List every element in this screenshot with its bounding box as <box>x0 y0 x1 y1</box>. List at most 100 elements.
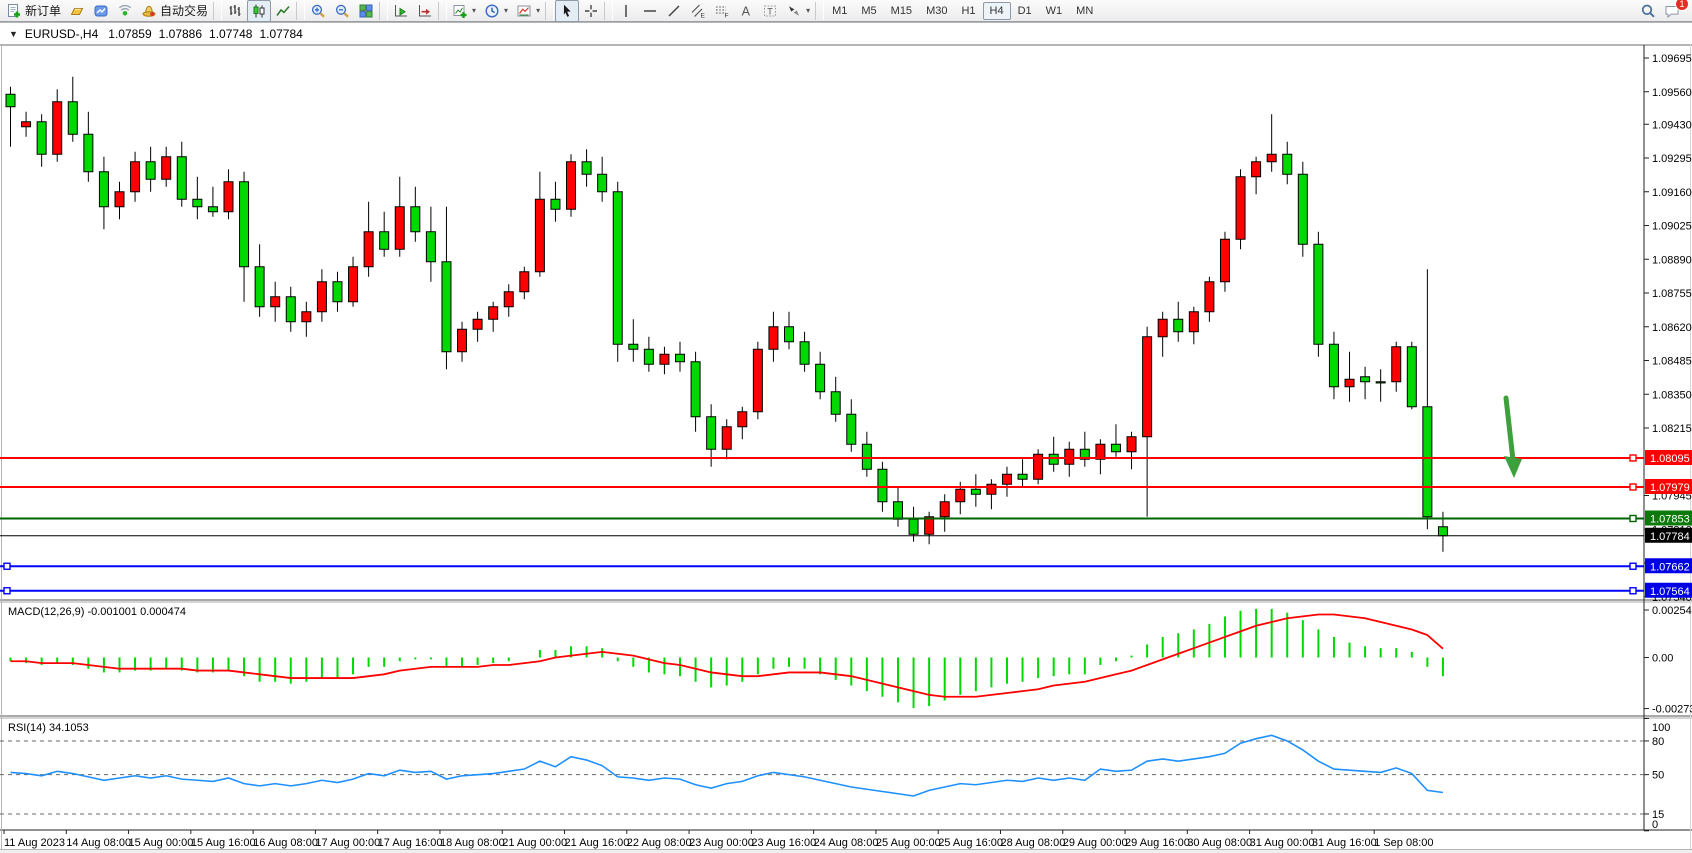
candlestick-series <box>6 77 1447 552</box>
chevron-down-icon[interactable]: ▾ <box>504 6 508 15</box>
one-click-trading-collapse-icon[interactable]: ▼ <box>9 29 18 39</box>
label-icon: T <box>762 3 778 19</box>
svg-text:0: 0 <box>1652 819 1658 831</box>
svg-text:E: E <box>701 12 706 19</box>
support-line-blue-1[interactable] <box>0 563 1644 569</box>
support-line-green[interactable] <box>0 516 1644 522</box>
fibonacci-button[interactable]: F <box>710 0 734 22</box>
bar-chart-button[interactable] <box>223 0 247 22</box>
tile-windows-icon <box>358 3 374 19</box>
svg-text:A: A <box>742 4 751 18</box>
chart-shift-button[interactable] <box>413 0 437 22</box>
trendline-button[interactable] <box>662 0 686 22</box>
gold-bar-icon <box>69 3 85 19</box>
signals-button[interactable] <box>113 0 137 22</box>
svg-text:14 Aug 08:00: 14 Aug 08:00 <box>66 837 131 849</box>
resistance-line-1[interactable] <box>0 455 1644 461</box>
search-button[interactable] <box>1636 0 1660 22</box>
toolbar-separator <box>545 2 554 20</box>
zoom-out-button[interactable] <box>330 0 354 22</box>
timeframe-mn-button[interactable]: MN <box>1069 2 1100 20</box>
fibonacci-icon: F <box>714 3 730 19</box>
timeframe-m5-button[interactable]: M5 <box>854 2 883 20</box>
svg-text:1.08755: 1.08755 <box>1652 288 1692 300</box>
svg-text:1.09160: 1.09160 <box>1652 187 1692 199</box>
svg-text:15 Aug 16:00: 15 Aug 16:00 <box>191 837 256 849</box>
svg-text:23 Aug 16:00: 23 Aug 16:00 <box>751 837 816 849</box>
gold-button[interactable] <box>65 0 89 22</box>
auto-trading-button[interactable]: 自动交易 <box>137 0 212 22</box>
equidistant-channel-button[interactable]: E <box>686 0 710 22</box>
chart-close-value: 1.07784 <box>259 27 302 41</box>
market-data-button[interactable] <box>89 0 113 22</box>
macd-label: MACD(12,26,9) -0.001001 0.000474 <box>8 606 186 618</box>
chevron-down-icon[interactable]: ▾ <box>536 6 540 15</box>
line-chart-icon <box>275 3 291 19</box>
line-handle <box>1630 563 1636 569</box>
bar-chart-icon <box>227 3 243 19</box>
svg-text:1.08485: 1.08485 <box>1652 356 1692 368</box>
new-order-label: 新订单 <box>25 2 61 19</box>
text-label-button[interactable]: T <box>758 0 782 22</box>
zoom-in-button[interactable] <box>306 0 330 22</box>
cursor-button[interactable] <box>555 0 579 22</box>
line-handle <box>1630 588 1636 594</box>
svg-text:1.08890: 1.08890 <box>1652 254 1692 266</box>
signal-icon <box>117 3 133 19</box>
svg-text:T: T <box>767 6 773 16</box>
resistance-line-2[interactable] <box>0 484 1644 490</box>
crosshair-button[interactable] <box>579 0 603 22</box>
svg-text:31 Aug 16:00: 31 Aug 16:00 <box>1312 837 1377 849</box>
vertical-line-icon <box>618 3 634 19</box>
svg-text:25 Aug 16:00: 25 Aug 16:00 <box>938 837 1003 849</box>
timeframe-w1-button[interactable]: W1 <box>1039 2 1070 20</box>
chevron-down-icon[interactable]: ▾ <box>806 6 810 15</box>
line-chart-button[interactable] <box>271 0 295 22</box>
text-icon: A <box>738 3 754 19</box>
periods-button[interactable]: ▾ <box>480 0 512 22</box>
chevron-down-icon[interactable]: ▾ <box>472 6 476 15</box>
timeframe-m15-button[interactable]: M15 <box>884 2 919 20</box>
arrows-button[interactable]: ▾ <box>782 0 814 22</box>
line-handle <box>1630 484 1636 490</box>
svg-text:1.09430: 1.09430 <box>1652 119 1692 131</box>
zoom-in-icon <box>310 3 326 19</box>
chat-button[interactable]: 1 <box>1660 0 1684 22</box>
timeframe-h1-button[interactable]: H1 <box>954 2 982 20</box>
macd-pane: 0.0025430.00-0.002733 <box>11 605 1692 716</box>
svg-text:1.09695: 1.09695 <box>1652 53 1692 65</box>
svg-text:-0.002733: -0.002733 <box>1652 704 1692 716</box>
templates-button[interactable]: ▾ <box>512 0 544 22</box>
timeframe-m1-button[interactable]: M1 <box>825 2 854 20</box>
candlestick-chart-button[interactable] <box>247 0 271 22</box>
support-line-blue-2[interactable] <box>0 588 1644 594</box>
svg-text:28 Aug 08:00: 28 Aug 08:00 <box>1000 837 1065 849</box>
timeframe-d1-button[interactable]: D1 <box>1011 2 1039 20</box>
svg-text:30 Aug 08:00: 30 Aug 08:00 <box>1187 837 1252 849</box>
svg-text:1.09025: 1.09025 <box>1652 221 1692 233</box>
text-button[interactable]: A <box>734 0 758 22</box>
sell-arrow-annotation[interactable] <box>1504 398 1522 478</box>
horizontal-line-button[interactable] <box>638 0 662 22</box>
svg-text:80: 80 <box>1652 736 1664 748</box>
tile-windows-button[interactable] <box>354 0 378 22</box>
chart-canvas[interactable]: 1.096951.095601.094301.092951.091601.090… <box>0 0 1692 853</box>
chart-open-value: 1.07859 <box>108 27 151 41</box>
arrows-icon <box>786 3 802 19</box>
cursor-icon <box>559 3 575 19</box>
line-handle <box>4 563 10 569</box>
svg-text:17 Aug 16:00: 17 Aug 16:00 <box>378 837 443 849</box>
rsi-pane: 1008050150 <box>0 718 1670 831</box>
svg-text:18 Aug 08:00: 18 Aug 08:00 <box>440 837 505 849</box>
resistance-line-1-price-label: 1.08095 <box>1645 450 1692 465</box>
templates-icon <box>516 3 532 19</box>
timeframe-h4-button[interactable]: H4 <box>983 2 1011 20</box>
indicators-button[interactable]: ▾ <box>448 0 480 22</box>
timeframe-m30-button[interactable]: M30 <box>919 2 954 20</box>
vertical-line-button[interactable] <box>614 0 638 22</box>
candlestick-chart-icon <box>251 3 267 19</box>
auto-scroll-button[interactable] <box>389 0 413 22</box>
date-axis[interactable]: 11 Aug 202314 Aug 08:0015 Aug 00:0015 Au… <box>4 830 1434 849</box>
new-order-button[interactable]: 新订单 <box>2 0 65 22</box>
mt4-terminal: { "toolbar": { "groups": [ {"items": [ {… <box>0 0 1692 853</box>
